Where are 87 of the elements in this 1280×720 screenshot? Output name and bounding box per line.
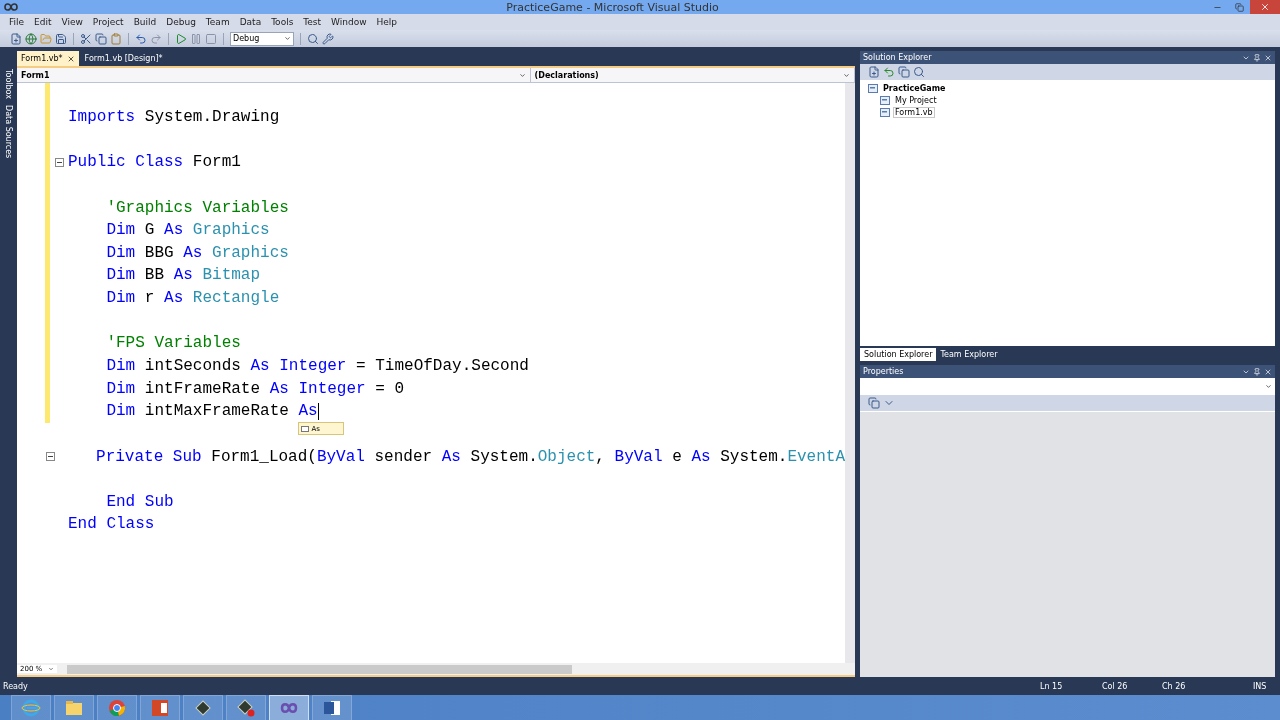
cut-icon[interactable] xyxy=(80,32,92,45)
chrome-icon xyxy=(107,697,127,718)
code-line: Dim intFrameRate As Integer = 0 xyxy=(105,378,405,400)
new-file-icon[interactable] xyxy=(10,32,22,45)
taskbar-button[interactable] xyxy=(97,694,137,720)
collapse-icon[interactable] xyxy=(45,452,55,462)
close-button[interactable] xyxy=(1250,0,1280,14)
taskbar-button[interactable] xyxy=(140,694,180,720)
panel-tab[interactable]: Solution Explorer xyxy=(860,348,937,361)
collapse-icon[interactable] xyxy=(54,157,64,167)
menu-item[interactable]: Data xyxy=(234,17,267,27)
close-icon[interactable] xyxy=(66,54,75,63)
close-icon xyxy=(1260,2,1270,12)
find-icon[interactable] xyxy=(307,32,319,45)
code-line: End Class xyxy=(68,514,155,536)
find-icon[interactable] xyxy=(913,66,925,78)
tree-item[interactable]: My Project xyxy=(893,94,939,106)
member-dropdown[interactable]: (Declarations) xyxy=(530,68,855,82)
code-line: 'Graphics Variables xyxy=(105,197,289,219)
keyword-icon xyxy=(301,425,310,432)
file-icon xyxy=(880,107,890,117)
status-message: Ready xyxy=(3,681,29,691)
stop-icon[interactable] xyxy=(205,32,217,45)
pin-icon xyxy=(1253,53,1261,62)
column-number: Col 26 xyxy=(1102,681,1129,691)
restore-icon xyxy=(1234,2,1244,12)
infinity-logo-icon xyxy=(3,2,19,12)
code-line: Dim G As Graphics xyxy=(105,220,270,242)
type-dropdown[interactable]: Form1 xyxy=(17,68,531,82)
taskbar-button[interactable] xyxy=(269,694,309,720)
tree-item[interactable]: PracticeGame xyxy=(881,82,948,94)
menu-item[interactable]: Team xyxy=(200,17,235,27)
pin-icon xyxy=(1253,367,1261,376)
code-line: Dim r As Rectangle xyxy=(105,288,280,310)
panel-tab[interactable]: Team Explorer xyxy=(936,348,1002,361)
menu-item[interactable]: Build xyxy=(128,17,162,27)
configuration-dropdown[interactable]: Debug xyxy=(230,31,294,46)
start-icon[interactable] xyxy=(175,32,187,45)
wrench-icon[interactable] xyxy=(322,32,334,45)
panel-title: Solution Explorer xyxy=(863,53,932,62)
close-icon xyxy=(1264,367,1272,376)
taskbar-button[interactable] xyxy=(183,694,223,720)
code-line: Imports System.Drawing xyxy=(68,106,280,128)
code-line: Dim BB As Bitmap xyxy=(105,265,261,287)
menu-item[interactable]: Debug xyxy=(161,17,201,27)
menu-item[interactable]: Window xyxy=(326,17,372,27)
code-line: Dim intSeconds As Integer = TimeOfDay.Second xyxy=(105,356,529,377)
code-line: End Sub xyxy=(105,491,174,513)
code-line: Dim BBG As Graphics xyxy=(105,242,289,264)
globe-icon[interactable] xyxy=(25,32,37,45)
side-tab[interactable]: Data Sources xyxy=(4,105,13,159)
browser-e-icon xyxy=(21,697,41,718)
char-number: Ch 26 xyxy=(1162,681,1187,691)
taskbar-button[interactable] xyxy=(312,694,352,720)
insert-mode: INS xyxy=(1253,681,1268,691)
redo-icon[interactable] xyxy=(150,32,162,45)
taskbar-button[interactable] xyxy=(226,694,266,720)
save-icon[interactable] xyxy=(55,32,67,45)
slides-app-icon xyxy=(150,697,170,718)
close-icon xyxy=(1264,53,1272,62)
document-tab[interactable]: Form1.vb* xyxy=(17,51,79,66)
undo-icon[interactable] xyxy=(135,32,147,45)
vertical-scrollbar[interactable] xyxy=(845,83,855,663)
menu-item[interactable]: Edit xyxy=(29,17,57,27)
project-icon xyxy=(868,83,878,93)
paste-icon[interactable] xyxy=(110,32,122,45)
menu-item[interactable]: File xyxy=(4,17,30,27)
panel-title: Properties xyxy=(863,367,904,376)
refresh-icon[interactable] xyxy=(883,66,895,78)
menu-item[interactable]: Test xyxy=(298,17,327,27)
side-tab[interactable]: Toolbox xyxy=(4,69,13,99)
document-tab[interactable]: Form1.vb [Design]* xyxy=(80,51,167,66)
menu-item[interactable]: Help xyxy=(371,17,403,27)
menu-item[interactable]: Project xyxy=(87,17,129,27)
taskbar-button[interactable] xyxy=(54,694,94,720)
file-icon xyxy=(880,95,890,105)
code-line: 'FPS Variables xyxy=(105,333,241,355)
pause-icon[interactable] xyxy=(190,32,202,45)
code-line: Private Sub Form1_Load(ByVal sender As System.Object, ByVal e As System.EventA xyxy=(95,446,845,468)
code-line: Public Class Form1 xyxy=(68,152,241,174)
copy-icon[interactable] xyxy=(95,32,107,45)
menu-item[interactable]: View xyxy=(56,17,88,27)
window-title: PracticeGame - Microsoft Visual Studio xyxy=(505,0,720,14)
line-number: Ln 15 xyxy=(1040,681,1064,691)
tree-item[interactable]: Form1.vb xyxy=(893,106,935,118)
menu-item[interactable]: Tools xyxy=(266,17,299,27)
taskbar-button[interactable] xyxy=(11,694,51,720)
